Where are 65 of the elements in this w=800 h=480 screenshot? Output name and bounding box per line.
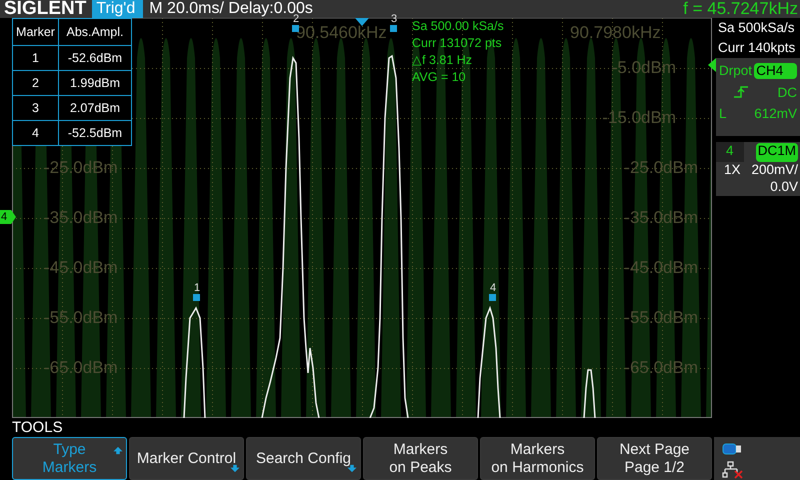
softkey-button[interactable]: Markers on Peaks bbox=[363, 437, 478, 480]
up-arrow-icon bbox=[113, 446, 123, 455]
brand-logo: SIGLENT bbox=[3, 0, 88, 18]
table-cell: 4 bbox=[12, 120, 58, 146]
amplitude-label: -35.0dBm bbox=[624, 209, 698, 227]
trigger-level-readout: 612mV bbox=[754, 106, 797, 121]
rising-edge-icon bbox=[733, 85, 749, 99]
channel-number: 4 bbox=[716, 142, 744, 162]
vertical-offset: 0.0V bbox=[769, 179, 799, 196]
trigger-status: Trig'd bbox=[92, 0, 144, 18]
amplitude-label: -55.0dBm bbox=[44, 309, 118, 327]
marker-point[interactable] bbox=[292, 25, 299, 32]
trigger-channel-badge: CH4 bbox=[754, 63, 797, 79]
marker-point[interactable] bbox=[390, 25, 397, 32]
amplitude-label: -45.0dBm bbox=[624, 259, 698, 277]
table-cell: 3 bbox=[12, 96, 58, 120]
table-cell: -52.6dBm bbox=[58, 46, 132, 70]
amplitude-label: -25.0dBm bbox=[44, 159, 118, 177]
trigger-panel[interactable]: Drpot CH4 DC L 612mV bbox=[716, 58, 800, 136]
acquisition-info: Curr 131072 pts bbox=[412, 35, 503, 52]
marker-number: 3 bbox=[391, 14, 398, 25]
amplitude-label: -15.0dBm bbox=[602, 109, 676, 127]
table-cell: 1.99dBm bbox=[58, 70, 132, 96]
trigger-level-label: L bbox=[719, 106, 728, 121]
acquisition-info: AVG = 10 bbox=[412, 69, 467, 86]
amplitude-label: -65.0dBm bbox=[624, 359, 698, 377]
softkey-button[interactable]: Search Config bbox=[246, 437, 361, 480]
table-cell: 1 bbox=[12, 46, 58, 70]
frequency-readout: f = 45.7247kHz bbox=[683, 0, 799, 19]
frequency-label: 90.5460kHz bbox=[296, 27, 387, 39]
trigger-coupling: DC bbox=[778, 85, 797, 100]
trigger-source-label: Drpot bbox=[719, 63, 754, 79]
network-disconnected-icon bbox=[722, 461, 744, 479]
column-header: Abs.Ampl. bbox=[58, 18, 132, 46]
memory-depth-readout: Curr 140kpts bbox=[718, 40, 796, 56]
marker-point[interactable] bbox=[489, 294, 496, 301]
menu-title: TOOLS bbox=[11, 418, 63, 437]
sample-rate-readout: Sa 500kSa/s bbox=[718, 20, 796, 36]
marker-number: 2 bbox=[293, 14, 300, 25]
softkey-button[interactable]: Marker Control bbox=[129, 437, 244, 480]
amplitude-label: -25.0dBm bbox=[624, 159, 698, 177]
usb-drive-icon bbox=[722, 443, 742, 455]
softkey-button[interactable]: Type Markers bbox=[12, 437, 127, 480]
down-arrow-icon bbox=[230, 464, 240, 473]
amplitude-label: -5.0dBm bbox=[612, 59, 676, 77]
table-cell: -52.5dBm bbox=[58, 120, 132, 146]
frequency-label: 90.7980kHz bbox=[570, 27, 661, 39]
probe-ratio: 1X bbox=[723, 162, 742, 179]
acquisition-info: △f 3.81 Hz bbox=[412, 52, 474, 69]
softkey-button[interactable]: Next Page Page 1/2 bbox=[597, 437, 712, 480]
channel-panel[interactable]: 4 DC1M 1X 200mV/ 0.0V bbox=[716, 142, 800, 196]
table-cell: 2.07dBm bbox=[58, 96, 132, 120]
marker-point[interactable] bbox=[193, 294, 200, 301]
channel-coupling-badge: DC1M bbox=[756, 143, 798, 162]
softkey-button[interactable]: Markers on Harmonics bbox=[480, 437, 595, 480]
column-header: Marker bbox=[12, 18, 58, 46]
acquisition-info: Sa 500.00 kSa/s bbox=[412, 18, 504, 35]
amplitude-label: -55.0dBm bbox=[624, 309, 698, 327]
vertical-scale: 200mV/ bbox=[750, 162, 799, 179]
marker-number: 1 bbox=[194, 283, 200, 294]
table-cell: 2 bbox=[12, 70, 58, 96]
amplitude-label: -35.0dBm bbox=[44, 209, 118, 227]
marker-number: 4 bbox=[490, 283, 496, 294]
amplitude-label: -45.0dBm bbox=[44, 259, 118, 277]
amplitude-label: -65.0dBm bbox=[44, 359, 118, 377]
